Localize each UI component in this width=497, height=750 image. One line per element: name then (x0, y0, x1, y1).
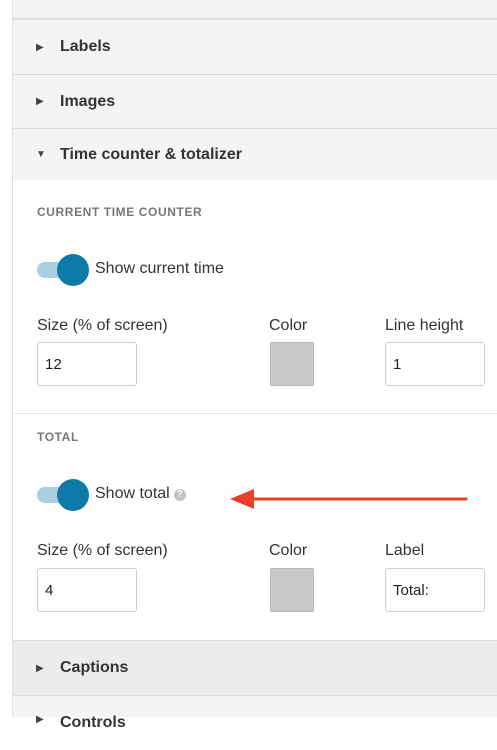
section-header-images[interactable]: ▶ Images (13, 74, 497, 128)
show-total-toggle[interactable] (37, 479, 89, 511)
section-title-time-counter: Time counter & totalizer (60, 145, 242, 163)
section-header-next-partial[interactable]: ▶ Controls (13, 695, 497, 750)
section-title-labels: Labels (60, 38, 111, 55)
section-header-time-counter[interactable]: ▼ Time counter & totalizer (13, 128, 497, 180)
total-size-input[interactable]: 4 (37, 568, 137, 612)
question-circle-icon[interactable]: ? (173, 489, 186, 501)
total-color-swatch[interactable] (270, 568, 314, 612)
section-top-partial (13, 0, 497, 19)
time-counter-section-body: CURRENT TIME COUNTER Show current time S… (13, 180, 497, 640)
ctc-color-label: Color (269, 317, 308, 334)
show-current-time-label: Show current time (95, 260, 224, 277)
section-header-labels[interactable]: ▶ Labels (13, 19, 497, 74)
ctc-line-height-label: Line height (385, 317, 464, 334)
total-label-input[interactable]: Total: (385, 568, 485, 612)
caret-right-icon: ▶ (36, 714, 44, 725)
ctc-size-label: Size (% of screen) (37, 317, 168, 334)
section-title-captions: Captions (60, 659, 129, 676)
caret-right-icon: ▶ (36, 41, 44, 53)
total-heading: TOTAL (37, 430, 79, 444)
settings-panel: ▶ Labels ▶ Images ▼ Time counter & total… (12, 0, 497, 731)
ctc-line-height-input[interactable]: 1 (385, 342, 485, 386)
show-total-label: Show total (95, 485, 170, 502)
total-color-label: Color (269, 542, 308, 559)
ctc-size-input[interactable]: 12 (37, 342, 137, 386)
caret-right-icon: ▶ (36, 662, 44, 674)
total-size-label: Size (% of screen) (37, 542, 168, 559)
section-title-images: Images (60, 92, 116, 110)
caret-right-icon: ▶ (36, 96, 44, 107)
toggle-knob (57, 479, 89, 511)
section-divider (13, 413, 497, 414)
toggle-knob (57, 254, 89, 286)
show-total-label-wrap: Show total? (95, 485, 186, 503)
section-header-captions[interactable]: ▶ Captions (13, 640, 497, 695)
current-time-counter-heading: CURRENT TIME COUNTER (37, 205, 203, 219)
ctc-color-swatch[interactable] (270, 342, 314, 386)
annotation-arrow-icon (230, 489, 468, 509)
total-label-label: Label (385, 542, 425, 559)
show-current-time-toggle[interactable] (37, 254, 89, 286)
caret-down-icon: ▼ (36, 149, 46, 160)
